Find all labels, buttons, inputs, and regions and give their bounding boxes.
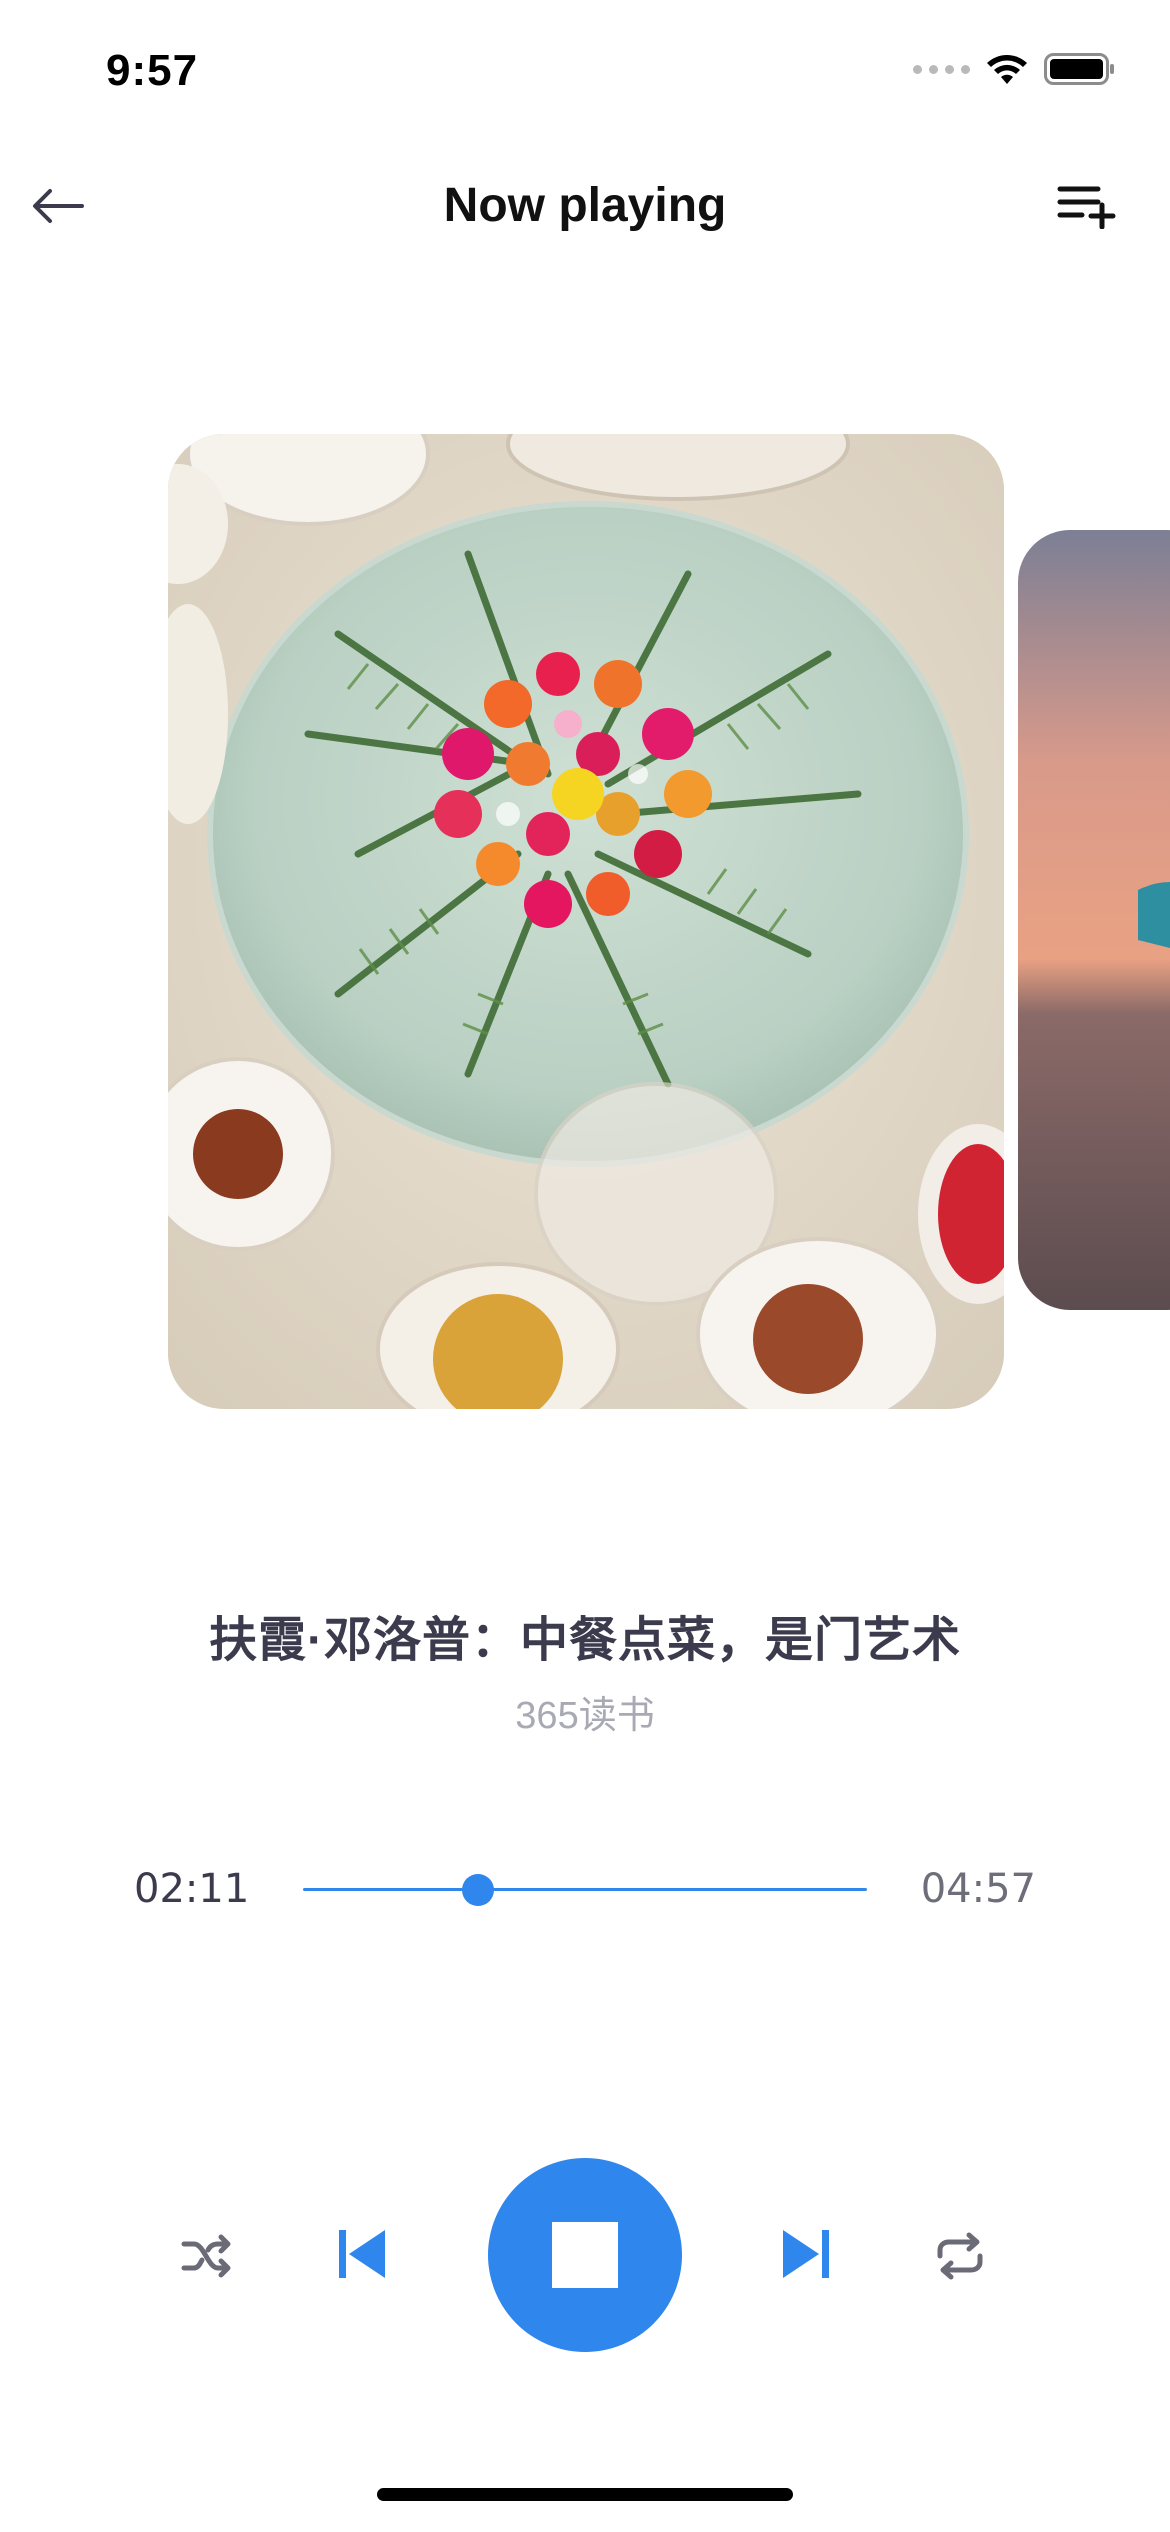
battery-icon <box>1044 52 1116 86</box>
playback-controls <box>0 2158 1170 2352</box>
elapsed-time: 02:11 <box>134 1866 250 1912</box>
shuffle-icon <box>181 2234 231 2278</box>
total-time: 04:57 <box>920 1866 1036 1912</box>
status-icons <box>913 52 1116 86</box>
skip-previous-icon <box>339 2230 385 2278</box>
progress-thumb[interactable] <box>461 1874 494 1906</box>
artwork-carousel[interactable] <box>0 430 1170 1410</box>
stop-icon <box>552 2222 618 2288</box>
progress-slider[interactable] <box>303 1862 867 1918</box>
add-to-queue-button[interactable] <box>1052 174 1124 238</box>
header: Now playing <box>0 160 1170 250</box>
page-title: Now playing <box>443 179 727 232</box>
status-bar: 9:57 <box>0 0 1170 140</box>
track-title: 扶霞·邓洛普：中餐点菜，是门艺术 <box>209 1614 961 1667</box>
home-indicator[interactable] <box>377 2488 793 2501</box>
track-artist: 365读书 <box>515 1695 655 1737</box>
previous-button[interactable] <box>326 2216 398 2292</box>
progress-track[interactable] <box>303 1888 867 1891</box>
play-stop-button[interactable] <box>488 2158 682 2352</box>
repeat-button[interactable] <box>924 2220 996 2292</box>
skip-next-icon <box>783 2230 829 2278</box>
wifi-icon <box>984 52 1030 86</box>
cellular-signal-icon <box>913 64 970 74</box>
status-time: 9:57 <box>106 46 199 95</box>
next-track-artwork[interactable] <box>1018 530 1170 1310</box>
next-button[interactable] <box>770 2216 842 2292</box>
album-artwork[interactable] <box>168 434 1004 1409</box>
shuffle-button[interactable] <box>170 2220 242 2292</box>
playlist-add-icon <box>1057 186 1116 229</box>
repeat-icon <box>937 2232 983 2280</box>
